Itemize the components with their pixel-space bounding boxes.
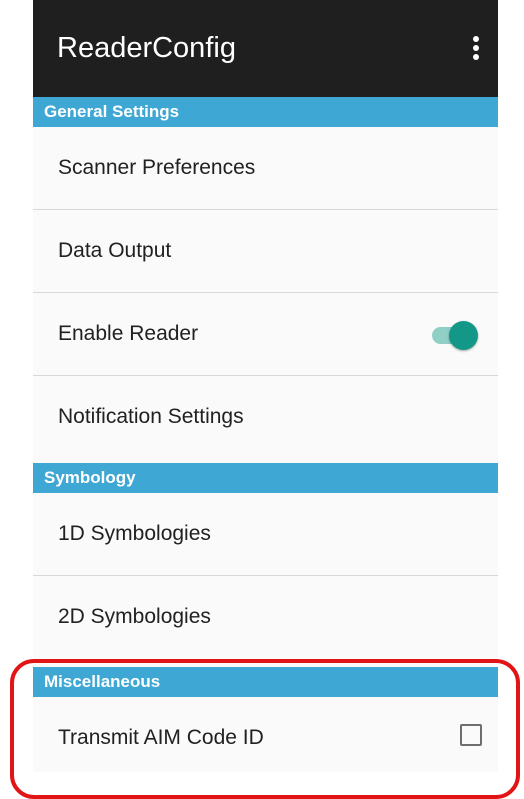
highlight-outline	[10, 659, 520, 799]
pref-label: Notification Settings	[58, 405, 244, 428]
settings-screen: ReaderConfig General Settings Scanner Pr…	[33, 0, 498, 772]
pref-label: Data Output	[58, 239, 172, 262]
app-bar: ReaderConfig	[33, 0, 498, 97]
pref-notification-settings[interactable]: Notification Settings	[33, 376, 498, 459]
pref-label: Enable Reader	[58, 322, 199, 345]
pref-1d-symbologies[interactable]: 1D Symbologies	[33, 493, 498, 576]
pref-data-output[interactable]: Data Output	[33, 210, 498, 293]
more-vert-dot	[473, 36, 479, 42]
more-vert-dot	[473, 54, 479, 60]
pref-label: 1D Symbologies	[58, 522, 211, 545]
section-header-general-settings: General Settings	[33, 97, 498, 127]
pref-label: Scanner Preferences	[58, 156, 256, 179]
pref-enable-reader[interactable]: Enable Reader	[33, 293, 498, 376]
section-header-symbology: Symbology	[33, 463, 498, 493]
pref-2d-symbologies[interactable]: 2D Symbologies	[33, 576, 498, 659]
pref-label: 2D Symbologies	[58, 605, 211, 628]
enable-reader-switch[interactable]	[429, 321, 481, 350]
more-vert-icon[interactable]	[466, 28, 486, 68]
more-vert-dot	[473, 45, 479, 51]
switch-thumb	[449, 321, 478, 350]
app-title: ReaderConfig	[57, 32, 236, 64]
pref-scanner-preferences[interactable]: Scanner Preferences	[33, 127, 498, 210]
